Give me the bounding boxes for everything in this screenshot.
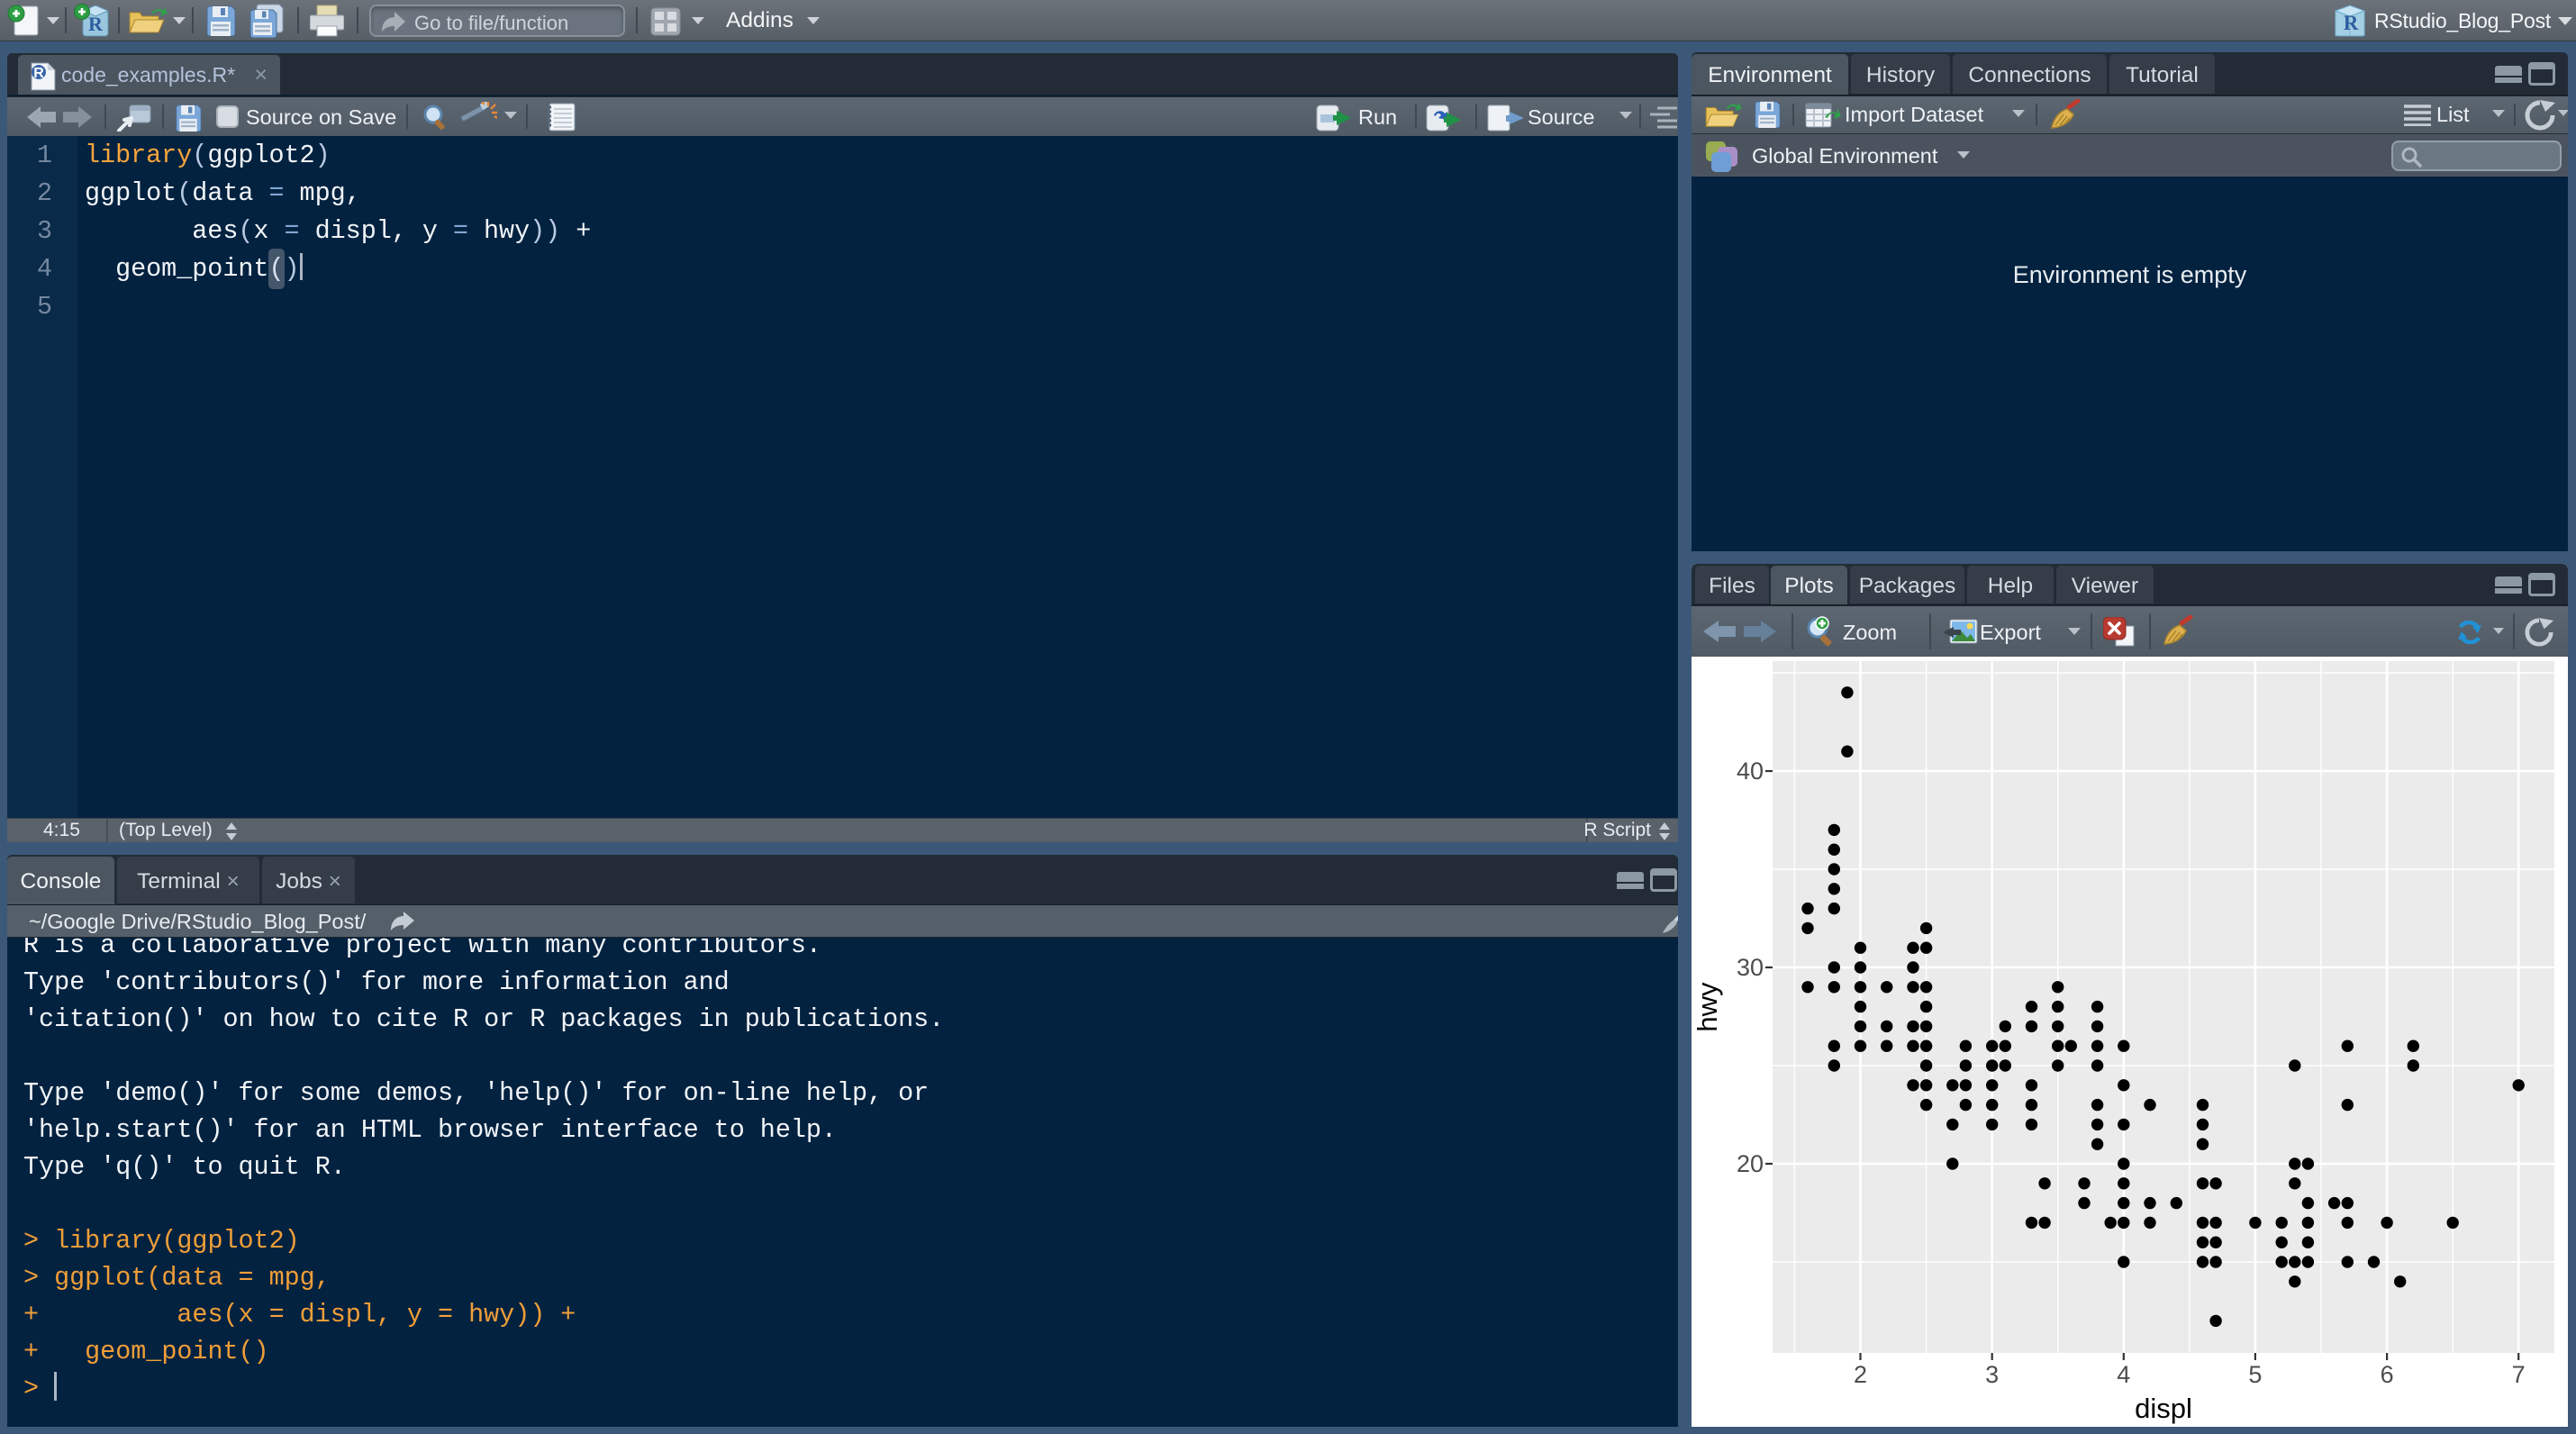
svg-text:3: 3 <box>1985 1361 1999 1388</box>
svg-text:20: 20 <box>1737 1150 1764 1177</box>
svg-text:R: R <box>2344 12 2359 34</box>
svg-text:2: 2 <box>1854 1361 1867 1388</box>
svg-text:7: 7 <box>2512 1361 2526 1388</box>
svg-text:5: 5 <box>2248 1361 2262 1388</box>
svg-text:4: 4 <box>2117 1361 2130 1388</box>
svg-text:displ: displ <box>2135 1393 2192 1424</box>
svg-text:R: R <box>33 66 44 81</box>
svg-text:hwy: hwy <box>1692 982 1723 1032</box>
svg-text:30: 30 <box>1737 954 1764 981</box>
svg-text:6: 6 <box>2381 1361 2394 1388</box>
svg-text:R: R <box>88 13 104 35</box>
svg-text:40: 40 <box>1737 758 1764 785</box>
